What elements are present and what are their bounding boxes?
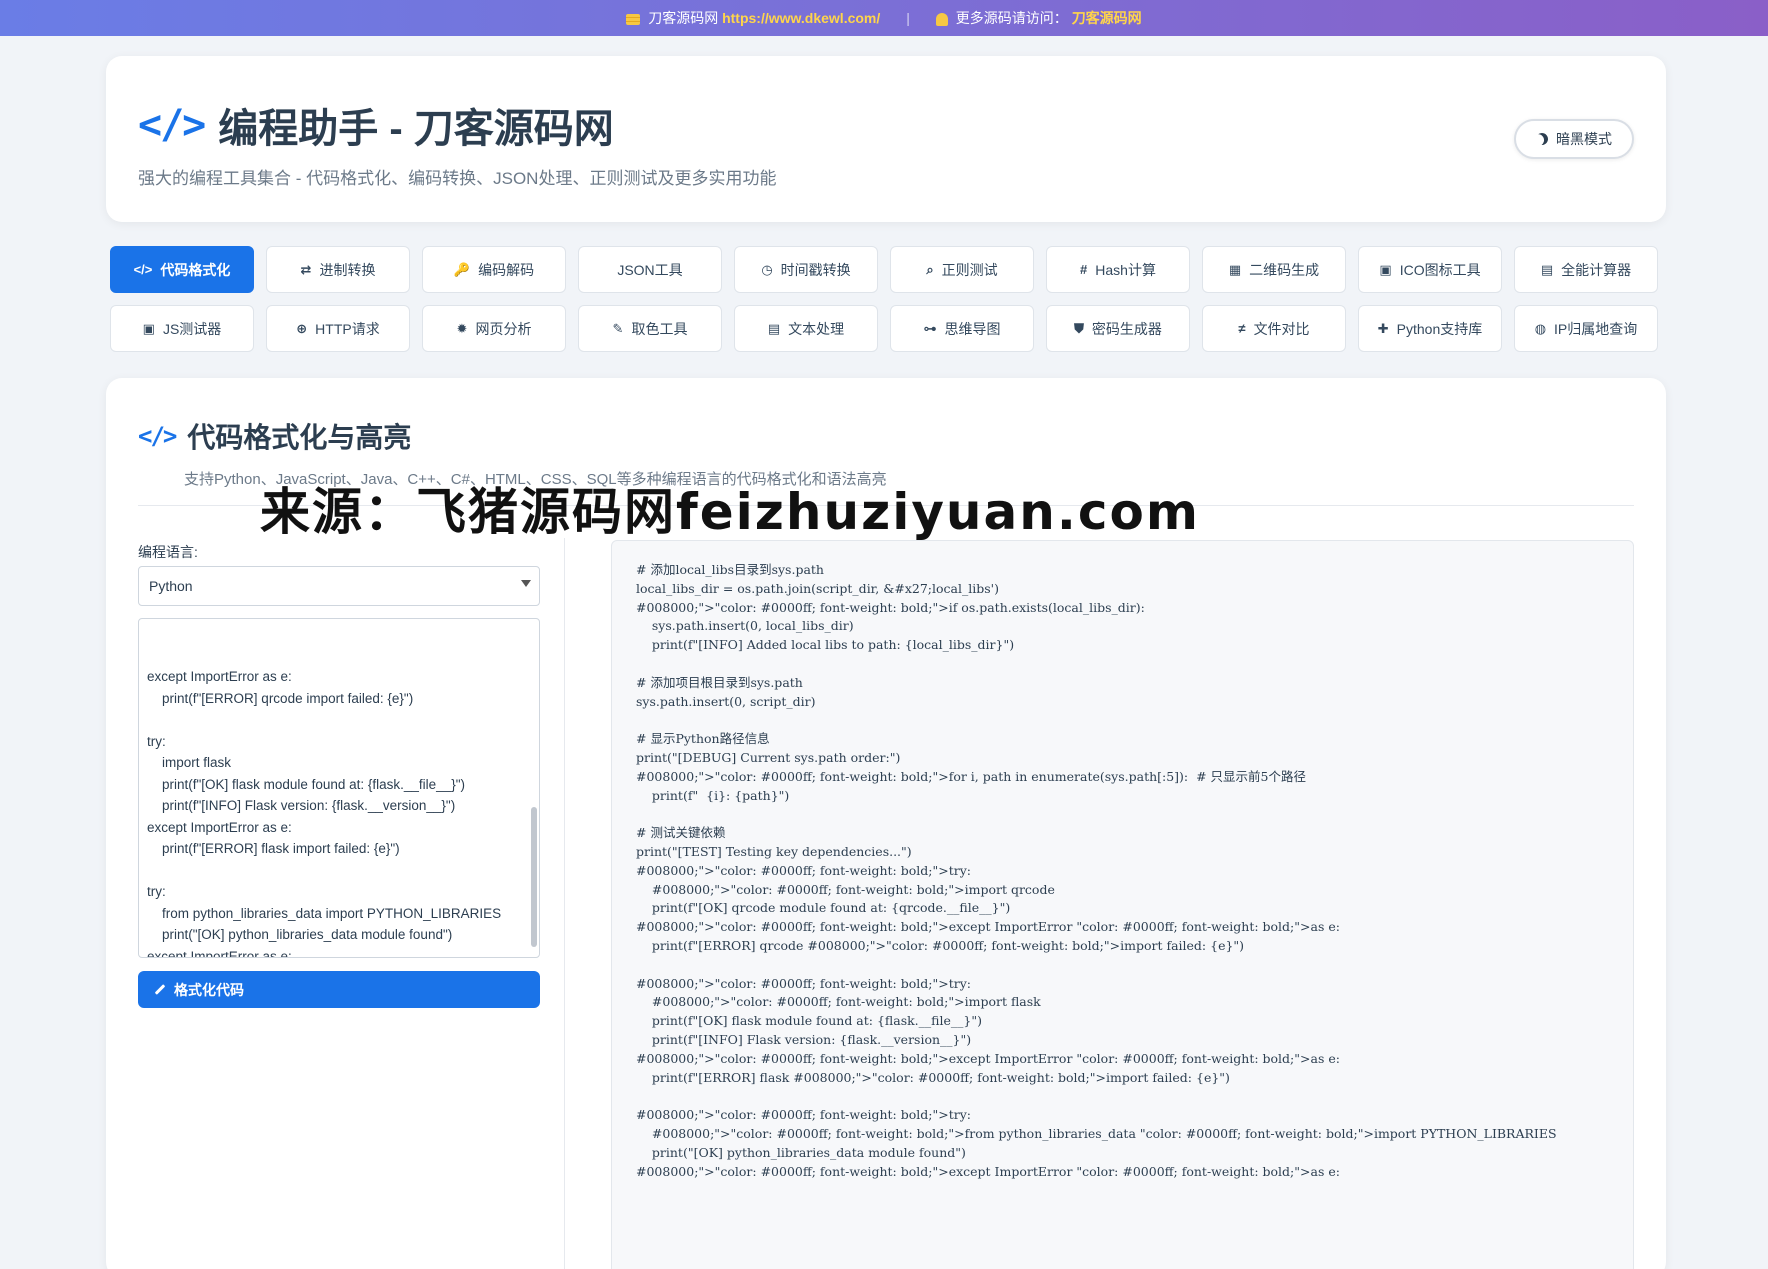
- tab-icon: #: [1080, 262, 1088, 277]
- tab-icon: ✎: [612, 320, 624, 336]
- site-url-link[interactable]: https://www.dkewl.com/: [722, 10, 880, 26]
- tab-icon: ▦: [1228, 261, 1242, 277]
- watermark-text: 来源：飞猪源码网feizhuziyuan.com: [260, 483, 1200, 541]
- language-value: Python: [149, 578, 193, 594]
- tab-icon: ⊶: [923, 320, 937, 336]
- tab-11[interactable]: ⊕ HTTP请求: [266, 305, 410, 352]
- tab-0[interactable]: </> 代码格式化: [110, 246, 254, 293]
- format-code-label: 格式化代码: [174, 981, 244, 998]
- tab-icon: ⊕: [296, 320, 308, 336]
- tab-label: JSON工具: [617, 261, 683, 278]
- tab-icon: ◍: [1534, 320, 1547, 336]
- tab-icon: ⇄: [300, 261, 312, 277]
- tab-8[interactable]: ▣ ICO图标工具: [1358, 246, 1502, 293]
- tab-icon: ▣: [1379, 261, 1392, 277]
- tab-label: 全能计算器: [1561, 261, 1632, 278]
- tab-label: 二维码生成: [1249, 261, 1320, 278]
- tab-17[interactable]: ≠ 文件对比: [1202, 305, 1346, 352]
- tab-label: 思维导图: [944, 320, 1001, 337]
- top-banner: 刀客源码网 https://www.dkewl.com/ | 更多源码请访问： …: [0, 0, 1768, 36]
- tab-icon: ✚: [1377, 320, 1389, 336]
- tool-tabs: </> 代码格式化 ⇄ 进制转换 🔑 编码解码 JSON工具 ◷ 时间戳转换 ⌕ 正则测试 # Hash…: [110, 246, 1662, 352]
- tab-label: JS测试器: [162, 320, 222, 337]
- tab-12[interactable]: ✹ 网页分析: [422, 305, 566, 352]
- dark-mode-label: 暗黑模式: [1556, 131, 1612, 147]
- tab-5[interactable]: ⌕ 正则测试: [890, 246, 1034, 293]
- tab-label: 编码解码: [478, 261, 535, 278]
- page-title-text: 编程助手 - 刀客源码网: [218, 107, 614, 151]
- page-subtitle: 强大的编程工具集合 - 代码格式化、编码转换、JSON处理、正则测试及更多实用功…: [138, 169, 777, 188]
- more-label: 更多源码请访问：: [955, 10, 1068, 26]
- tab-19[interactable]: ◍ IP归属地查询: [1514, 305, 1658, 352]
- tab-label: Python支持库: [1396, 320, 1483, 337]
- tab-icon: ▤: [767, 320, 781, 336]
- tab-label: IP归属地查询: [1554, 320, 1638, 337]
- scrollbar[interactable]: [531, 621, 537, 955]
- tab-label: 密码生成器: [1091, 320, 1162, 337]
- tab-7[interactable]: ▦ 二维码生成: [1202, 246, 1346, 293]
- site-name: 刀客源码网: [648, 10, 719, 26]
- tab-label: 文本处理: [788, 320, 845, 337]
- tab-1[interactable]: ⇄ 进制转换: [266, 246, 410, 293]
- formatted-code-output: # 添加local_libs目录到sys.path local_libs_dir…: [611, 540, 1634, 1269]
- format-code-button[interactable]: 格式化代码: [138, 971, 540, 1008]
- tab-icon: ▤: [1540, 261, 1554, 277]
- pencil-icon: [154, 984, 166, 995]
- tab-13[interactable]: ✎ 取色工具: [578, 305, 722, 352]
- chevron-down-icon: [521, 580, 531, 587]
- tab-icon: ◷: [761, 261, 773, 277]
- tab-2[interactable]: 🔑 编码解码: [422, 246, 566, 293]
- tab-6[interactable]: # Hash计算: [1046, 246, 1190, 293]
- divider: |: [906, 10, 910, 26]
- tab-label: 正则测试: [941, 261, 998, 278]
- tab-icon: ⌕: [926, 261, 934, 277]
- tab-16[interactable]: ⛊ 密码生成器: [1046, 305, 1190, 352]
- code-icon: </>: [138, 422, 177, 450]
- tab-icon: ▣: [142, 320, 155, 336]
- tab-4[interactable]: ◷ 时间戳转换: [734, 246, 878, 293]
- column-divider: [564, 538, 565, 1269]
- tab-icon: </>: [133, 262, 153, 277]
- tab-label: 代码格式化: [160, 261, 231, 278]
- tab-label: 文件对比: [1253, 320, 1310, 337]
- tab-10[interactable]: ▣ JS测试器: [110, 305, 254, 352]
- dark-mode-button[interactable]: 暗黑模式: [1514, 119, 1634, 159]
- tab-icon: ✹: [456, 320, 468, 336]
- tab-15[interactable]: ⊶ 思维导图: [890, 305, 1034, 352]
- scrollbar-thumb[interactable]: [531, 807, 537, 947]
- bell-icon: [935, 12, 948, 26]
- tab-icon: ≠: [1238, 321, 1246, 336]
- section-title-text: 代码格式化与高亮: [187, 422, 412, 453]
- tab-9[interactable]: ▤ 全能计算器: [1514, 246, 1658, 293]
- site-info: 刀客源码网 https://www.dkewl.com/: [626, 8, 880, 28]
- tab-18[interactable]: ✚ Python支持库: [1358, 305, 1502, 352]
- tab-icon: ⛊: [1074, 320, 1084, 336]
- tab-label: Hash计算: [1095, 261, 1156, 278]
- tab-label: ICO图标工具: [1399, 261, 1481, 278]
- language-label: 编程语言:: [138, 544, 198, 560]
- code-input-text: except ImportError as e: print(f"[ERROR]…: [147, 669, 502, 958]
- tab-14[interactable]: ▤ 文本处理: [734, 305, 878, 352]
- header-card: </> 编程助手 - 刀客源码网 强大的编程工具集合 - 代码格式化、编码转换、…: [106, 56, 1666, 222]
- moon-icon: [1534, 131, 1550, 147]
- tab-label: 取色工具: [631, 320, 688, 337]
- more-link[interactable]: 刀客源码网: [1072, 10, 1142, 26]
- tab-3[interactable]: JSON工具: [578, 246, 722, 293]
- more-info: 更多源码请访问： 刀客源码网: [935, 8, 1142, 28]
- code-input[interactable]: except ImportError as e: print(f"[ERROR]…: [138, 618, 540, 958]
- section-title: </> 代码格式化与高亮: [138, 416, 411, 456]
- tab-label: 时间戳转换: [780, 261, 851, 278]
- code-icon: </>: [138, 102, 206, 148]
- tab-label: 进制转换: [319, 261, 376, 278]
- page-title: </> 编程助手 - 刀客源码网: [138, 96, 614, 154]
- tab-label: 网页分析: [475, 320, 532, 337]
- language-select[interactable]: Python: [138, 566, 540, 606]
- tab-label: HTTP请求: [315, 320, 380, 337]
- tab-icon: 🔑: [453, 261, 471, 277]
- flag-icon: [626, 13, 641, 25]
